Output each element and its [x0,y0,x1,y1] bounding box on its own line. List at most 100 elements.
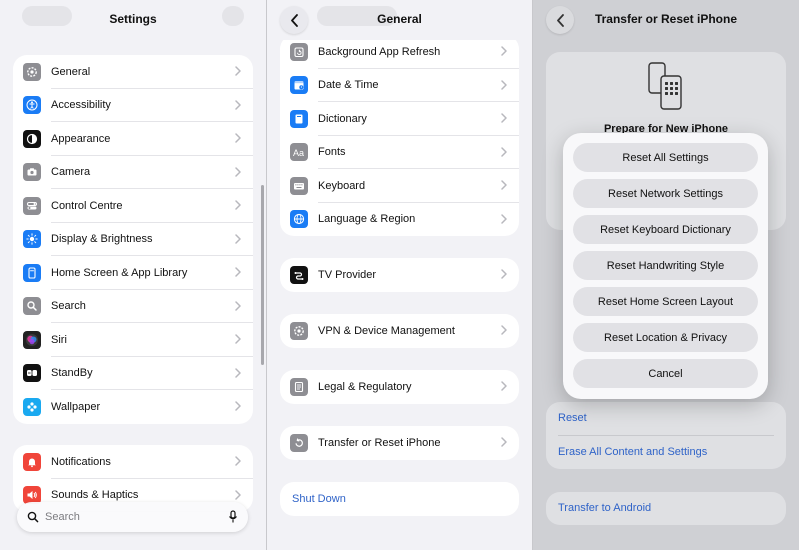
chevron-right-icon [235,267,241,277]
general-item-vpn-device-management[interactable]: VPN & Device Management [280,314,519,348]
general-item-tv-provider[interactable]: TV Provider [280,258,519,292]
shut-down-button[interactable]: Shut Down [280,482,519,516]
chevron-right-icon [235,401,241,411]
reset-link[interactable]: Reset [558,412,587,424]
tv-provider-icon [290,265,308,284]
wallpaper-icon [23,397,41,416]
chevron-right-icon [501,180,507,190]
row-label: Wallpaper [51,400,101,413]
general-item-keyboard[interactable]: Keyboard [280,169,519,203]
row-label: Background App Refresh [318,45,441,58]
reset-home-screen-layout-button[interactable]: Reset Home Screen Layout [573,287,758,316]
cancel-button[interactable]: Cancel [573,359,758,388]
siri-icon [23,330,41,349]
row-label: Siri [51,333,67,346]
scrollbar[interactable] [261,185,264,365]
sidebar-item-camera[interactable]: Camera [13,156,253,189]
sidebar-item-general[interactable]: General [13,55,253,89]
page-title: Settings [109,12,157,26]
row-label: Search [51,300,86,313]
reset-card: Reset Erase All Content and Settings [546,402,786,469]
chevron-right-icon [235,166,241,177]
transfer-android-card: Transfer to Android [546,492,786,525]
chevron-right-icon [501,325,507,335]
svg-text:Aa: Aa [293,148,304,158]
row-label: Keyboard [318,179,366,192]
chevron-right-icon [501,437,507,447]
row-label: Appearance [51,132,111,145]
calendar-icon [290,76,308,95]
chevron-right-icon [501,381,507,391]
tv-provider-group: TV Provider [280,258,519,292]
page-title: Transfer or Reset iPhone [594,12,738,26]
toggles-icon [23,196,41,215]
sidebar-item-appearance[interactable]: Appearance [13,122,253,156]
sidebar-item-search[interactable]: Search [13,290,253,323]
microphone-icon[interactable] [228,510,238,524]
reset-icon [290,433,308,452]
general-item-date-time[interactable]: Date & Time [280,69,519,102]
chevron-right-icon [501,146,507,157]
general-item-dictionary[interactable]: Dictionary [280,102,519,136]
reset-keyboard-dictionary-button[interactable]: Reset Keyboard Dictionary [573,215,758,244]
general-item-language-region[interactable]: Language & Region [280,203,519,237]
sidebar-item-wallpaper[interactable]: Wallpaper [13,390,253,424]
chevron-right-icon [501,113,507,123]
fonts-icon: Aa [290,143,308,162]
search-placeholder: Search [45,511,80,523]
chevron-right-icon [235,334,241,344]
row-label: Display & Brightness [51,233,153,246]
chevron-right-icon [235,200,241,210]
reset-network-settings-button[interactable]: Reset Network Settings [573,179,758,208]
settings-pane: Settings General Accessibility Appearance C… [0,0,266,550]
home-screen-icon [23,263,41,282]
transfer-to-android-link[interactable]: Transfer to Android [558,502,651,514]
iphone-transfer-icon [648,62,682,110]
gear-icon [23,62,41,81]
accessibility-icon [23,96,41,115]
erase-all-link[interactable]: Erase All Content and Settings [558,446,707,458]
vpn-gear-icon [290,321,308,340]
general-item-legal-regulatory[interactable]: Legal & Regulatory [280,370,519,404]
search-input[interactable]: Search [17,502,248,532]
transfer-group: Transfer or Reset iPhone [280,426,519,460]
sidebar-item-display-brightness[interactable]: Display & Brightness [13,223,253,256]
general-item-fonts[interactable]: Aa Fonts [280,136,519,169]
row-label: Camera [51,166,91,179]
sidebar-item-accessibility[interactable]: Accessibility [13,89,253,122]
chevron-right-icon [235,99,241,110]
general-item-background-app-refresh[interactable]: Background App Refresh [280,35,519,69]
chevron-right-icon [235,66,241,76]
chevron-right-icon [235,456,241,466]
row-label: Sounds & Haptics [51,489,139,502]
sidebar-item-home-screen[interactable]: Home Screen & App Library [13,256,253,290]
row-label: Transfer or Reset iPhone [318,436,441,449]
reset-options-sheet: Reset All Settings Reset Network Settings… [563,133,768,399]
sidebar-item-siri[interactable]: Siri [13,323,253,357]
reset-all-settings-button[interactable]: Reset All Settings [573,143,758,172]
vpn-group: VPN & Device Management [280,314,519,348]
sun-icon [23,230,41,249]
refresh-icon [290,42,308,61]
reset-location-privacy-button[interactable]: Reset Location & Privacy [573,323,758,352]
row-label: VPN & Device Management [318,324,455,337]
shut-down-label: Shut Down [292,492,346,505]
sidebar-item-notifications[interactable]: Notifications [13,445,253,479]
sidebar-item-control-centre[interactable]: Control Centre [13,189,253,223]
general-item-transfer-reset[interactable]: Transfer or Reset iPhone [280,426,519,460]
transfer-header: Transfer or Reset iPhone [533,0,799,40]
chevron-right-icon [235,233,241,244]
row-label: StandBy [51,367,93,380]
search-icon [23,297,41,316]
legal-group: Legal & Regulatory [280,370,519,404]
general-header: General [267,0,532,40]
sidebar-item-standby[interactable]: StandBy [13,357,253,390]
row-label: Date & Time [318,79,379,92]
row-separator [558,435,774,436]
reset-handwriting-style-button[interactable]: Reset Handwriting Style [573,251,758,280]
globe-icon [290,210,308,229]
chevron-right-icon [501,213,507,224]
page-title: General [377,12,422,26]
appearance-icon [23,129,41,148]
row-label: Notifications [51,455,111,468]
